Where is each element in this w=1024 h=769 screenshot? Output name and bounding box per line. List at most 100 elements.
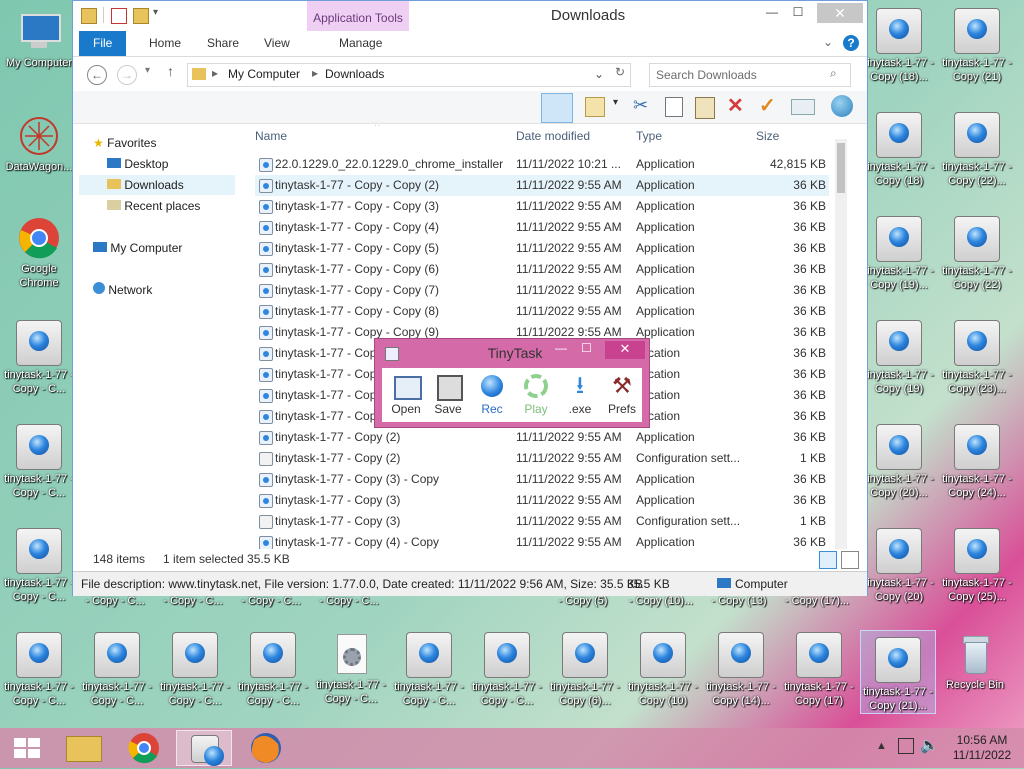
desktop-icon-tinytask[interactable]: tinytask-1-77 - Copy (22) <box>940 210 1014 300</box>
table-row[interactable]: tinytask-1-77 - Copy (4) - Copy 11/11/202… <box>255 532 829 549</box>
clock[interactable]: 10:56 AM 11/11/2022 <box>944 733 1020 763</box>
help-icon[interactable]: ? <box>843 35 859 51</box>
refresh-icon[interactable]: ↻ <box>615 65 625 79</box>
rename-check-icon[interactable]: ✓ <box>759 93 776 118</box>
desktop-icon-label[interactable]: - Copy - C... <box>78 594 152 608</box>
desktop-icon-tinytask[interactable]: tinytask-1-77 - Copy (10) <box>626 626 700 716</box>
desktop-icon-datawagon[interactable]: DataWagon... <box>2 108 76 198</box>
tinytask-close-button[interactable]: ✕ <box>605 341 645 359</box>
desktop-icon-label[interactable]: - Copy - C... <box>156 594 230 608</box>
desktop-icon-my-computer[interactable]: My Computer <box>2 4 76 94</box>
close-button[interactable]: ✕ <box>817 3 863 23</box>
desktop-icon-label[interactable]: - Copy (5) <box>546 594 620 608</box>
table-row[interactable]: tinytask-1-77 - Copy - Copy (4) 11/11/202… <box>255 217 829 238</box>
tab-view[interactable]: View <box>250 31 304 56</box>
table-row[interactable]: tinytask-1-77 - Copy (3) 11/11/2022 9:55 … <box>255 490 829 511</box>
tinytask-save-button[interactable]: Save <box>426 368 470 422</box>
tinytask-exe-button[interactable]: ⭳ .exe <box>558 368 602 422</box>
table-row[interactable]: tinytask-1-77 - Copy - Copy (2) 11/11/202… <box>255 175 829 196</box>
scrollbar-thumb[interactable] <box>837 143 845 193</box>
checkmark-folder-icon[interactable] <box>585 97 605 117</box>
preview-pane-icon[interactable] <box>541 93 573 123</box>
recent-locations-icon[interactable]: ▾ <box>145 65 150 76</box>
desktop-icon-tinytask[interactable]: tinytask-1-77 - Copy (19)... <box>862 210 936 300</box>
dropdown-icon[interactable]: ▾ <box>613 97 618 108</box>
tinytask-minimize-button[interactable]: — <box>555 341 567 355</box>
desktop-icon-tinytask[interactable]: tinytask-1-77 - Copy (14)... <box>704 626 778 716</box>
properties-icon[interactable] <box>111 8 127 24</box>
tray-expand-icon[interactable]: ▲ <box>876 740 887 752</box>
ribbon-expand-icon[interactable]: ⌄ <box>823 35 833 49</box>
taskbar-tinytask[interactable] <box>176 730 232 766</box>
taskbar-explorer[interactable] <box>56 730 112 766</box>
table-row[interactable]: tinytask-1-77 - Copy (3) 11/11/2022 9:55 … <box>255 511 829 532</box>
globe-icon[interactable] <box>831 95 853 117</box>
search-input[interactable]: Search Downloads <box>656 68 757 82</box>
table-row[interactable]: tinytask-1-77 - Copy - Copy (3) 11/11/202… <box>255 196 829 217</box>
desktop-icon-label[interactable]: - Copy (10)... <box>624 594 698 608</box>
desktop-icon-tinytask[interactable]: tinytask-1-77 - Copy (19) <box>862 314 936 404</box>
desktop-icon-label[interactable]: - Copy (17)... <box>780 594 854 608</box>
table-row[interactable]: tinytask-1-77 - Copy (3) - Copy 11/11/202… <box>255 469 829 490</box>
column-header-type[interactable]: Type <box>636 125 662 147</box>
desktop-icon-tinytask[interactable]: tinytask-1-77 - Copy - C... <box>2 418 76 508</box>
network-tray-icon[interactable] <box>898 738 914 754</box>
column-header-name[interactable]: Name <box>255 125 287 147</box>
desktop-icon-tinytask[interactable]: tinytask-1-77 - Copy - C... <box>2 522 76 612</box>
details-view-icon[interactable] <box>819 551 837 569</box>
tinytask-rec-button[interactable]: Rec <box>470 368 514 422</box>
taskbar-firefox[interactable] <box>238 730 294 766</box>
column-header-size[interactable]: Size <box>756 125 779 147</box>
table-row[interactable]: tinytask-1-77 - Copy (2) 11/11/2022 9:55 … <box>255 427 829 448</box>
table-row[interactable]: tinytask-1-77 - Copy - Copy (8) 11/11/202… <box>255 301 829 322</box>
desktop-icon-tinytask-selected[interactable]: tinytask-1-77 - Copy (21)... <box>860 630 936 714</box>
table-row[interactable]: tinytask-1-77 - Copy - Copy (7) 11/11/202… <box>255 280 829 301</box>
tab-file[interactable]: File <box>79 31 127 56</box>
desktop-icon-recycle-bin[interactable]: Recycle Bin <box>938 626 1012 716</box>
desktop-icon-tinytask[interactable]: tinytask-1-77 - Copy (25)... <box>940 522 1014 612</box>
tab-manage[interactable]: Manage <box>325 31 396 56</box>
breadcrumb-my-computer[interactable]: My Computer <box>228 67 300 81</box>
desktop-icon-tinytask[interactable]: tinytask-1-77 - Copy - C... <box>80 626 154 716</box>
cut-icon[interactable]: ✂ <box>633 95 648 116</box>
tinytask-play-button[interactable]: Play <box>514 368 558 422</box>
desktop-icon-tinytask[interactable]: tinytask-1-77 - Copy (23)... <box>940 314 1014 404</box>
breadcrumb-downloads[interactable]: Downloads <box>325 67 384 81</box>
desktop-icon-tinytask[interactable]: tinytask-1-77 - Copy (6)... <box>548 626 622 716</box>
desktop-icon-tinytask[interactable]: tinytask-1-77 - Copy - C... <box>236 626 310 716</box>
up-button[interactable]: ↑ <box>167 63 174 79</box>
desktop-icon-tinytask[interactable]: tinytask-1-77 - Copy - C... <box>392 626 466 716</box>
application-tools-tab[interactable]: Application Tools <box>307 1 409 35</box>
volume-icon[interactable]: 🔈 <box>920 736 939 754</box>
table-row[interactable]: tinytask-1-77 - Copy (2) 11/11/2022 9:55 … <box>255 448 829 469</box>
table-row[interactable]: 22.0.1229.0_22.0.1229.0_chrome_installer… <box>255 154 829 175</box>
desktop-icon-config-file[interactable]: tinytask-1-77 - Copy - C... <box>314 626 388 716</box>
nav-recent-places[interactable]: Recent places <box>107 196 200 216</box>
tinytask-prefs-button[interactable]: ⚒ Prefs <box>600 368 644 422</box>
nav-desktop[interactable]: Desktop <box>107 154 168 174</box>
delete-icon[interactable]: ✕ <box>727 93 744 118</box>
taskbar-chrome[interactable] <box>116 730 172 766</box>
tinytask-maximize-button[interactable]: ☐ <box>581 341 592 355</box>
forward-button[interactable]: → <box>117 65 137 85</box>
copy-icon[interactable] <box>665 97 683 117</box>
paste-icon[interactable] <box>695 97 715 119</box>
quick-access-dropdown-icon[interactable]: ▾ <box>153 7 163 23</box>
nav-favorites[interactable]: ★ Favorites <box>93 133 156 153</box>
desktop-icon-google-chrome[interactable]: Google Chrome <box>2 210 76 300</box>
column-header-date[interactable]: Date modified <box>516 125 590 147</box>
desktop-icon-tinytask[interactable]: tinytask-1-77 - Copy (18) <box>862 106 936 196</box>
tab-home[interactable]: Home <box>135 31 195 56</box>
back-button[interactable]: ← <box>87 65 107 85</box>
desktop-icon-tinytask[interactable]: tinytask-1-77 - Copy (17) <box>782 626 856 716</box>
maximize-button[interactable]: ☐ <box>787 5 809 25</box>
desktop-icon-tinytask[interactable]: tinytask-1-77 - Copy - C... <box>2 626 76 716</box>
tinytask-open-button[interactable]: Open <box>384 368 428 422</box>
table-row[interactable]: tinytask-1-77 - Copy - Copy (5) 11/11/202… <box>255 238 829 259</box>
desktop-icon-tinytask[interactable]: tinytask-1-77 - Copy - C... <box>2 314 76 404</box>
nav-network[interactable]: Network <box>93 280 152 300</box>
desktop-icon-tinytask[interactable]: tinytask-1-77 - Copy (24)... <box>940 418 1014 508</box>
large-icons-view-icon[interactable] <box>841 551 859 569</box>
desktop-icon-tinytask[interactable]: tinytask-1-77 - Copy (18)... <box>862 2 936 92</box>
desktop-icon-tinytask[interactable]: tinytask-1-77 - Copy - C... <box>158 626 232 716</box>
